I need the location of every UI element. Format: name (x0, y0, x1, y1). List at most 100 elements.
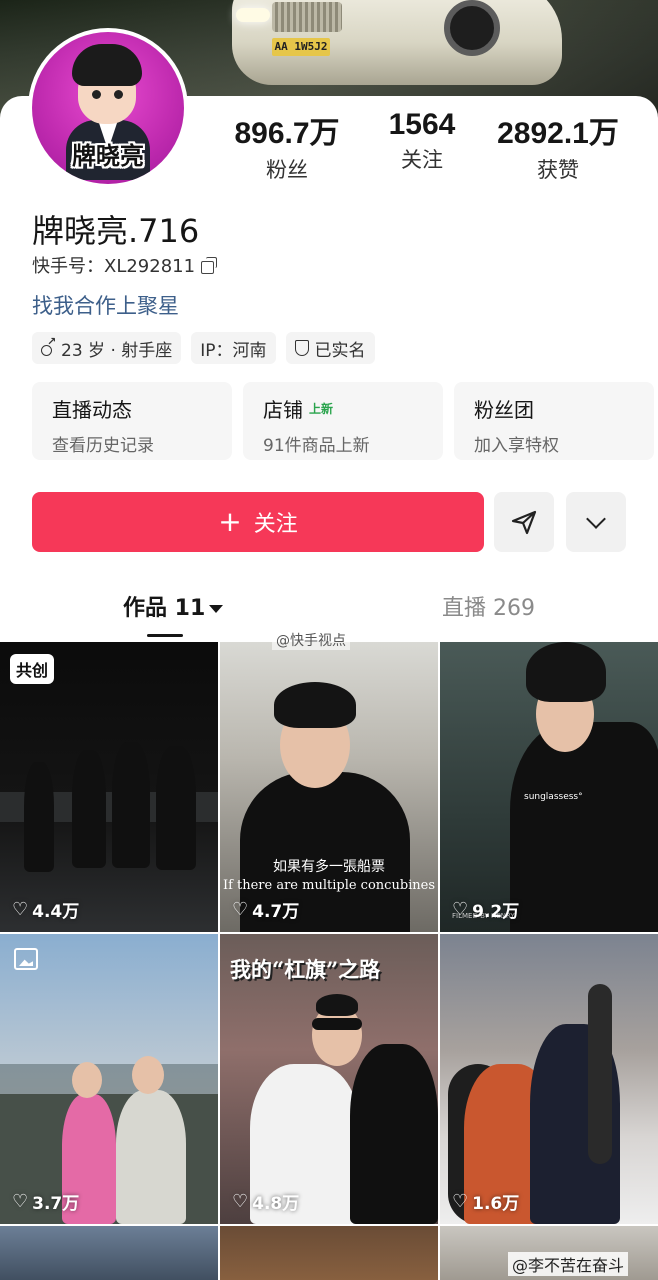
watermark-top: @快手视点 (272, 630, 350, 650)
profile-card: 牌晓亮 896.7万 粉丝 1564 关注 2892.1万 获赞 牌晓亮.716… (0, 28, 658, 1280)
tile-caption-en: If there are multiple concubines (222, 878, 436, 893)
tile-hair (274, 682, 356, 728)
avatar-eye (92, 90, 101, 99)
avatar-text: 牌晓亮 (72, 142, 144, 170)
video-tile[interactable] (220, 1226, 438, 1280)
feature-sub: 91件商品上新 (263, 436, 370, 456)
plus-icon: + (218, 505, 242, 538)
avatar-eye (114, 90, 123, 99)
heart-icon: ♡ (452, 899, 469, 920)
avatar-image: 牌晓亮 (32, 32, 184, 184)
tile-snowboard (588, 984, 612, 1164)
more-button[interactable] (566, 492, 626, 552)
caret-down-icon (209, 605, 224, 613)
tab-live[interactable]: 直播 269 (442, 590, 535, 622)
tile-sunglasses (312, 1018, 362, 1030)
tile-figure (112, 742, 150, 868)
tile-head (132, 1056, 164, 1094)
tile-likes: ♡ 4.4万 (12, 899, 80, 922)
follow-button[interactable]: + 关注 (32, 492, 484, 552)
tile-figure (350, 1044, 438, 1224)
video-tile[interactable]: ♡ 3.7万 (0, 934, 218, 1224)
video-tile[interactable]: 共创 ♡ 4.4万 (0, 642, 218, 932)
tag-ip: IP：河南 (191, 332, 276, 364)
heart-icon: ♡ (232, 1191, 249, 1212)
profile-name: 牌晓亮.716 (32, 212, 200, 250)
tab-works-label: 作品 11 (123, 596, 206, 621)
following-count: 1564 (388, 108, 456, 141)
video-tile[interactable]: sunglassess° FILMED BY HENRY ♡ 9.2万 (440, 642, 658, 932)
tile-likes: ♡ 4.7万 (232, 899, 300, 922)
car-wheel (444, 0, 500, 56)
tile-title: 我的“杠旗”之路 (230, 957, 381, 982)
uid-text: 快手号：XL292811 (32, 256, 196, 277)
send-icon (511, 510, 537, 535)
car-plate: AA 1W5J2 (272, 38, 330, 56)
tile-figure (72, 750, 106, 868)
tile-skyline (0, 1064, 218, 1094)
chevron-down-icon (586, 509, 606, 529)
follow-label: 关注 (253, 512, 298, 537)
tile-likes: ♡ 4.8万 (232, 1191, 300, 1214)
banner-car: AA 1W5J2 (232, 0, 562, 85)
heart-icon: ♡ (12, 899, 29, 920)
image-icon (14, 948, 38, 970)
tag-age-text: 23 岁 · 射手座 (61, 340, 173, 361)
profile-uid: 快手号：XL292811 (32, 252, 218, 278)
cooperation-link[interactable]: 找我合作上聚星 (32, 290, 179, 320)
stat-likes[interactable]: 2892.1万 获赞 (486, 108, 630, 184)
tile-figure (510, 722, 658, 932)
tile-head (72, 1062, 102, 1098)
tag-verified-text: 已实名 (314, 340, 366, 361)
feature-title: 店铺 上新 (263, 398, 334, 422)
male-icon (41, 335, 56, 356)
new-badge: 上新 (309, 402, 334, 416)
tile-caption-cn: 如果有多一張船票 (273, 859, 385, 875)
co-create-badge: 共创 (10, 654, 55, 684)
heart-icon: ♡ (232, 899, 249, 920)
watermark-bottom: @李不苦在奋斗 (508, 1252, 629, 1276)
video-tile[interactable]: ♡ 1.6万 (440, 934, 658, 1224)
tile-figure (116, 1090, 186, 1224)
following-label: 关注 (401, 148, 443, 172)
heart-icon: ♡ (452, 1191, 469, 1212)
tab-indicator (147, 634, 183, 637)
feature-title: 直播动态 (52, 398, 132, 422)
tag-verified: 已实名 (285, 332, 375, 364)
video-tile[interactable]: 我的“杠旗”之路 ♡ 4.8万 (220, 934, 438, 1224)
stat-following[interactable]: 1564 关注 (372, 108, 472, 174)
feature-sub: 查看历史记录 (52, 436, 154, 456)
feature-live-history[interactable]: 直播动态 查看历史记录 (32, 382, 232, 460)
avatar[interactable]: 牌晓亮 (28, 28, 188, 188)
fans-count: 896.7万 (234, 117, 340, 150)
avatar-hair (72, 44, 142, 86)
feature-fan-club[interactable]: 粉丝团 加入享特权 (454, 382, 654, 460)
car-lamp (236, 8, 270, 22)
share-button[interactable] (494, 492, 554, 552)
shield-icon (294, 340, 309, 356)
copy-icon[interactable] (201, 257, 218, 274)
tile-likes: ♡ 1.6万 (452, 1191, 520, 1214)
video-tile[interactable]: 如果有多一張船票 If there are multiple concubine… (220, 642, 438, 932)
feature-shop[interactable]: 店铺 上新 91件商品上新 (243, 382, 443, 460)
car-grille (272, 2, 342, 32)
feature-title: 粉丝团 (474, 398, 534, 422)
tile-likes: ♡ 9.2万 (452, 899, 520, 922)
tag-age: 23 岁 · 射手座 (32, 332, 182, 364)
tab-works[interactable]: 作品 11 (123, 590, 224, 622)
tile-hair (316, 994, 358, 1016)
video-tile[interactable] (0, 1226, 218, 1280)
tile-overlay-text: sunglassess° (524, 792, 583, 802)
feature-sub: 加入享特权 (474, 436, 559, 456)
profile-tags: 23 岁 · 射手座 IP：河南 已实名 (32, 332, 375, 364)
likes-count: 2892.1万 (497, 117, 619, 150)
tile-hair (526, 642, 606, 702)
tag-ip-text: IP：河南 (200, 340, 267, 361)
tile-figure (24, 762, 54, 872)
tile-likes: ♡ 3.7万 (12, 1191, 80, 1214)
tile-figure (156, 746, 196, 870)
likes-label: 获赞 (537, 158, 579, 182)
fans-label: 粉丝 (266, 158, 308, 182)
stat-fans[interactable]: 896.7万 粉丝 (226, 108, 348, 184)
heart-icon: ♡ (12, 1191, 29, 1212)
